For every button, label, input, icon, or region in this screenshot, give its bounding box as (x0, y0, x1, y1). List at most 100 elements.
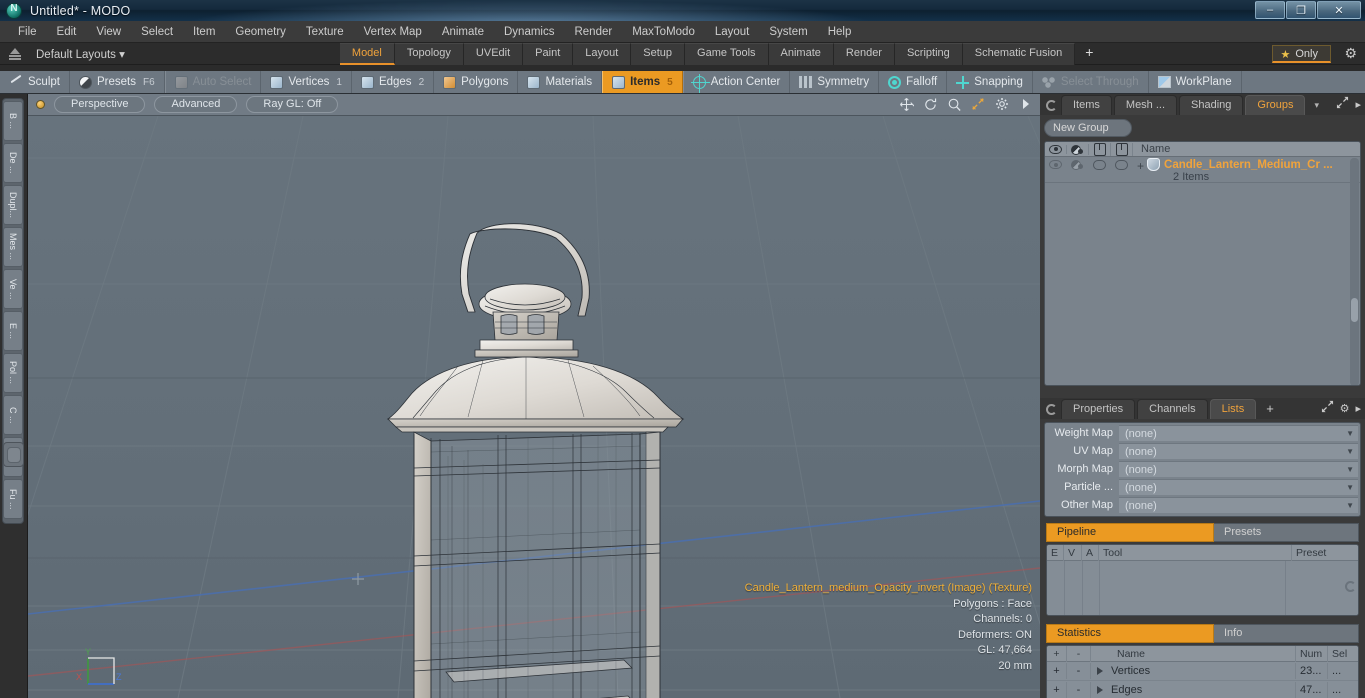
viewport-projection-dropdown[interactable]: Perspective (54, 96, 146, 113)
zoom-icon[interactable] (946, 96, 962, 112)
minimize-button[interactable]: – (1255, 1, 1285, 19)
tab-properties[interactable]: Properties (1061, 399, 1136, 419)
menu-item[interactable]: Item (183, 23, 225, 41)
view-indicator-icon[interactable] (36, 100, 45, 109)
group-list-scroll-thumb[interactable] (1351, 298, 1358, 322)
menu-view[interactable]: View (86, 23, 131, 41)
tool-presets[interactable]: Presets F6 (69, 71, 165, 93)
group-list[interactable]: Name + Candle_Lantern_Medium_Cr ... 2 It… (1044, 141, 1361, 386)
tab-animate[interactable]: Animate (768, 42, 834, 65)
tab-channels[interactable]: Channels (1137, 399, 1208, 419)
tool-select-through[interactable]: Select Through (1032, 71, 1149, 93)
menu-vertex-map[interactable]: Vertex Map (354, 23, 432, 41)
row-expander[interactable]: + (1137, 159, 1144, 173)
gear-icon[interactable] (994, 96, 1010, 112)
row-add-button[interactable]: + (1047, 682, 1067, 698)
left-tab-vertex[interactable]: Ve ... (3, 269, 23, 309)
tab-groups[interactable]: Groups (1245, 95, 1306, 115)
tab-model[interactable]: Model (339, 42, 395, 65)
morph-map-dropdown[interactable]: (none) ▼ (1119, 461, 1358, 477)
uv-map-dropdown[interactable]: (none) ▼ (1119, 443, 1358, 459)
table-row[interactable]: + - Edges 47... ... (1047, 681, 1358, 698)
expand-icon[interactable] (1336, 96, 1349, 112)
tool-sculpt[interactable]: Sculpt (0, 71, 70, 93)
tab-statistics[interactable]: Statistics (1046, 624, 1214, 643)
panel-arrow-icon[interactable]: ▸ (1355, 98, 1361, 111)
group-list-row[interactable]: + Candle_Lantern_Medium_Cr ... 2 Items (1045, 157, 1360, 183)
row-remove-button[interactable]: - (1067, 682, 1091, 698)
maximize-button[interactable]: ❐ (1286, 1, 1316, 19)
menu-select[interactable]: Select (131, 23, 183, 41)
viewport-3d[interactable]: Perspective Advanced Ray GL: Off Candle_… (28, 94, 1040, 698)
viewport-shading-dropdown[interactable]: Advanced (154, 96, 238, 113)
left-tab-duplicate[interactable]: Dupl... (3, 185, 23, 225)
menu-animate[interactable]: Animate (432, 23, 494, 41)
tool-workplane[interactable]: WorkPlane (1148, 71, 1242, 93)
pipeline-scroll-nub[interactable] (1345, 581, 1356, 592)
expander-triangle-icon[interactable] (1097, 686, 1103, 694)
left-tab-mesh[interactable]: Mes ... (3, 227, 23, 267)
left-tab-polygon[interactable]: Pol ... (3, 353, 23, 393)
tool-symmetry[interactable]: Symmetry (790, 71, 880, 93)
weight-map-dropdown[interactable]: (none) ▼ (1119, 425, 1358, 441)
other-map-dropdown[interactable]: (none) ▼ (1119, 497, 1358, 513)
panel-arrow-icon[interactable]: ▸ (1355, 402, 1361, 415)
close-button[interactable]: ✕ (1317, 1, 1361, 19)
left-tab-deform[interactable]: De ... (3, 143, 23, 183)
default-layouts-dropdown[interactable]: Default Layouts ▾ (36, 47, 125, 61)
tab-mesh[interactable]: Mesh ... (1113, 95, 1178, 115)
tab-topology[interactable]: Topology (394, 42, 464, 65)
panel-menu-icon[interactable] (1046, 100, 1057, 111)
menu-maxtomodo[interactable]: MaxToModo (622, 23, 705, 41)
menu-file[interactable]: File (8, 23, 47, 41)
tool-falloff[interactable]: Falloff (879, 71, 948, 93)
tab-schematic-fusion[interactable]: Schematic Fusion (962, 42, 1076, 65)
pipeline-table[interactable]: E V A Tool Preset (1046, 544, 1359, 616)
left-strip-panel-toggle[interactable] (3, 442, 24, 467)
maximize-icon[interactable] (970, 96, 986, 112)
group-list-scrollbar[interactable] (1350, 158, 1359, 385)
add-tab-button[interactable]: + (1075, 43, 1103, 65)
rotate-icon[interactable] (922, 96, 938, 112)
tab-scripting[interactable]: Scripting (894, 42, 963, 65)
left-tab-basic[interactable]: B ... (3, 101, 23, 141)
tab-shading[interactable]: Shading (1179, 95, 1244, 115)
new-group-button[interactable]: New Group (1044, 119, 1132, 137)
add-panel-tab-button[interactable]: + (1258, 400, 1282, 419)
statistics-table-body[interactable]: + - Vertices 23... ... + - Edges 47... .… (1047, 662, 1358, 698)
menu-layout[interactable]: Layout (705, 23, 760, 41)
chevron-down-icon[interactable]: ▾ (1307, 97, 1326, 115)
play-arrow-icon[interactable] (1018, 96, 1034, 112)
mode-items[interactable]: Items 5 (602, 71, 683, 93)
tool-snapping[interactable]: Snapping (947, 71, 1033, 93)
particle-map-dropdown[interactable]: (none) ▼ (1119, 479, 1358, 495)
menu-render[interactable]: Render (564, 23, 622, 41)
left-tab-curve[interactable]: C ... (3, 395, 23, 435)
gear-icon[interactable]: ⚙ (1340, 402, 1350, 415)
menu-texture[interactable]: Texture (296, 23, 354, 41)
tab-layout[interactable]: Layout (573, 42, 632, 65)
pipeline-table-body[interactable] (1047, 561, 1358, 615)
menu-system[interactable]: System (759, 23, 817, 41)
panel-menu-icon[interactable] (1046, 404, 1057, 415)
viewport-raygl-dropdown[interactable]: Ray GL: Off (246, 96, 339, 113)
row-lock-toggle[interactable] (1089, 157, 1111, 172)
row-visibility-toggle[interactable] (1045, 157, 1067, 172)
tab-render[interactable]: Render (833, 42, 895, 65)
row-remove-button[interactable]: - (1067, 663, 1091, 679)
mode-polygons[interactable]: Polygons (434, 71, 519, 93)
mode-vertices[interactable]: Vertices 1 (261, 71, 352, 93)
row-render-toggle[interactable] (1111, 157, 1133, 172)
tab-info[interactable]: Info (1214, 624, 1359, 643)
tab-items[interactable]: Items (1061, 95, 1112, 115)
expand-icon[interactable] (1321, 400, 1334, 416)
tab-setup[interactable]: Setup (631, 42, 686, 65)
gear-icon[interactable]: ⚙ (1344, 46, 1357, 60)
tool-auto-select[interactable]: Auto Select (164, 71, 262, 93)
statistics-table[interactable]: + - Name Num Sel + - Vertices 23... ... … (1046, 645, 1359, 698)
tab-pipeline[interactable]: Pipeline (1046, 523, 1214, 542)
row-add-button[interactable]: + (1047, 663, 1067, 679)
mode-materials[interactable]: Materials (518, 71, 603, 93)
mode-edges[interactable]: Edges 2 (351, 71, 435, 93)
left-tab-edge[interactable]: E ... (3, 311, 23, 351)
